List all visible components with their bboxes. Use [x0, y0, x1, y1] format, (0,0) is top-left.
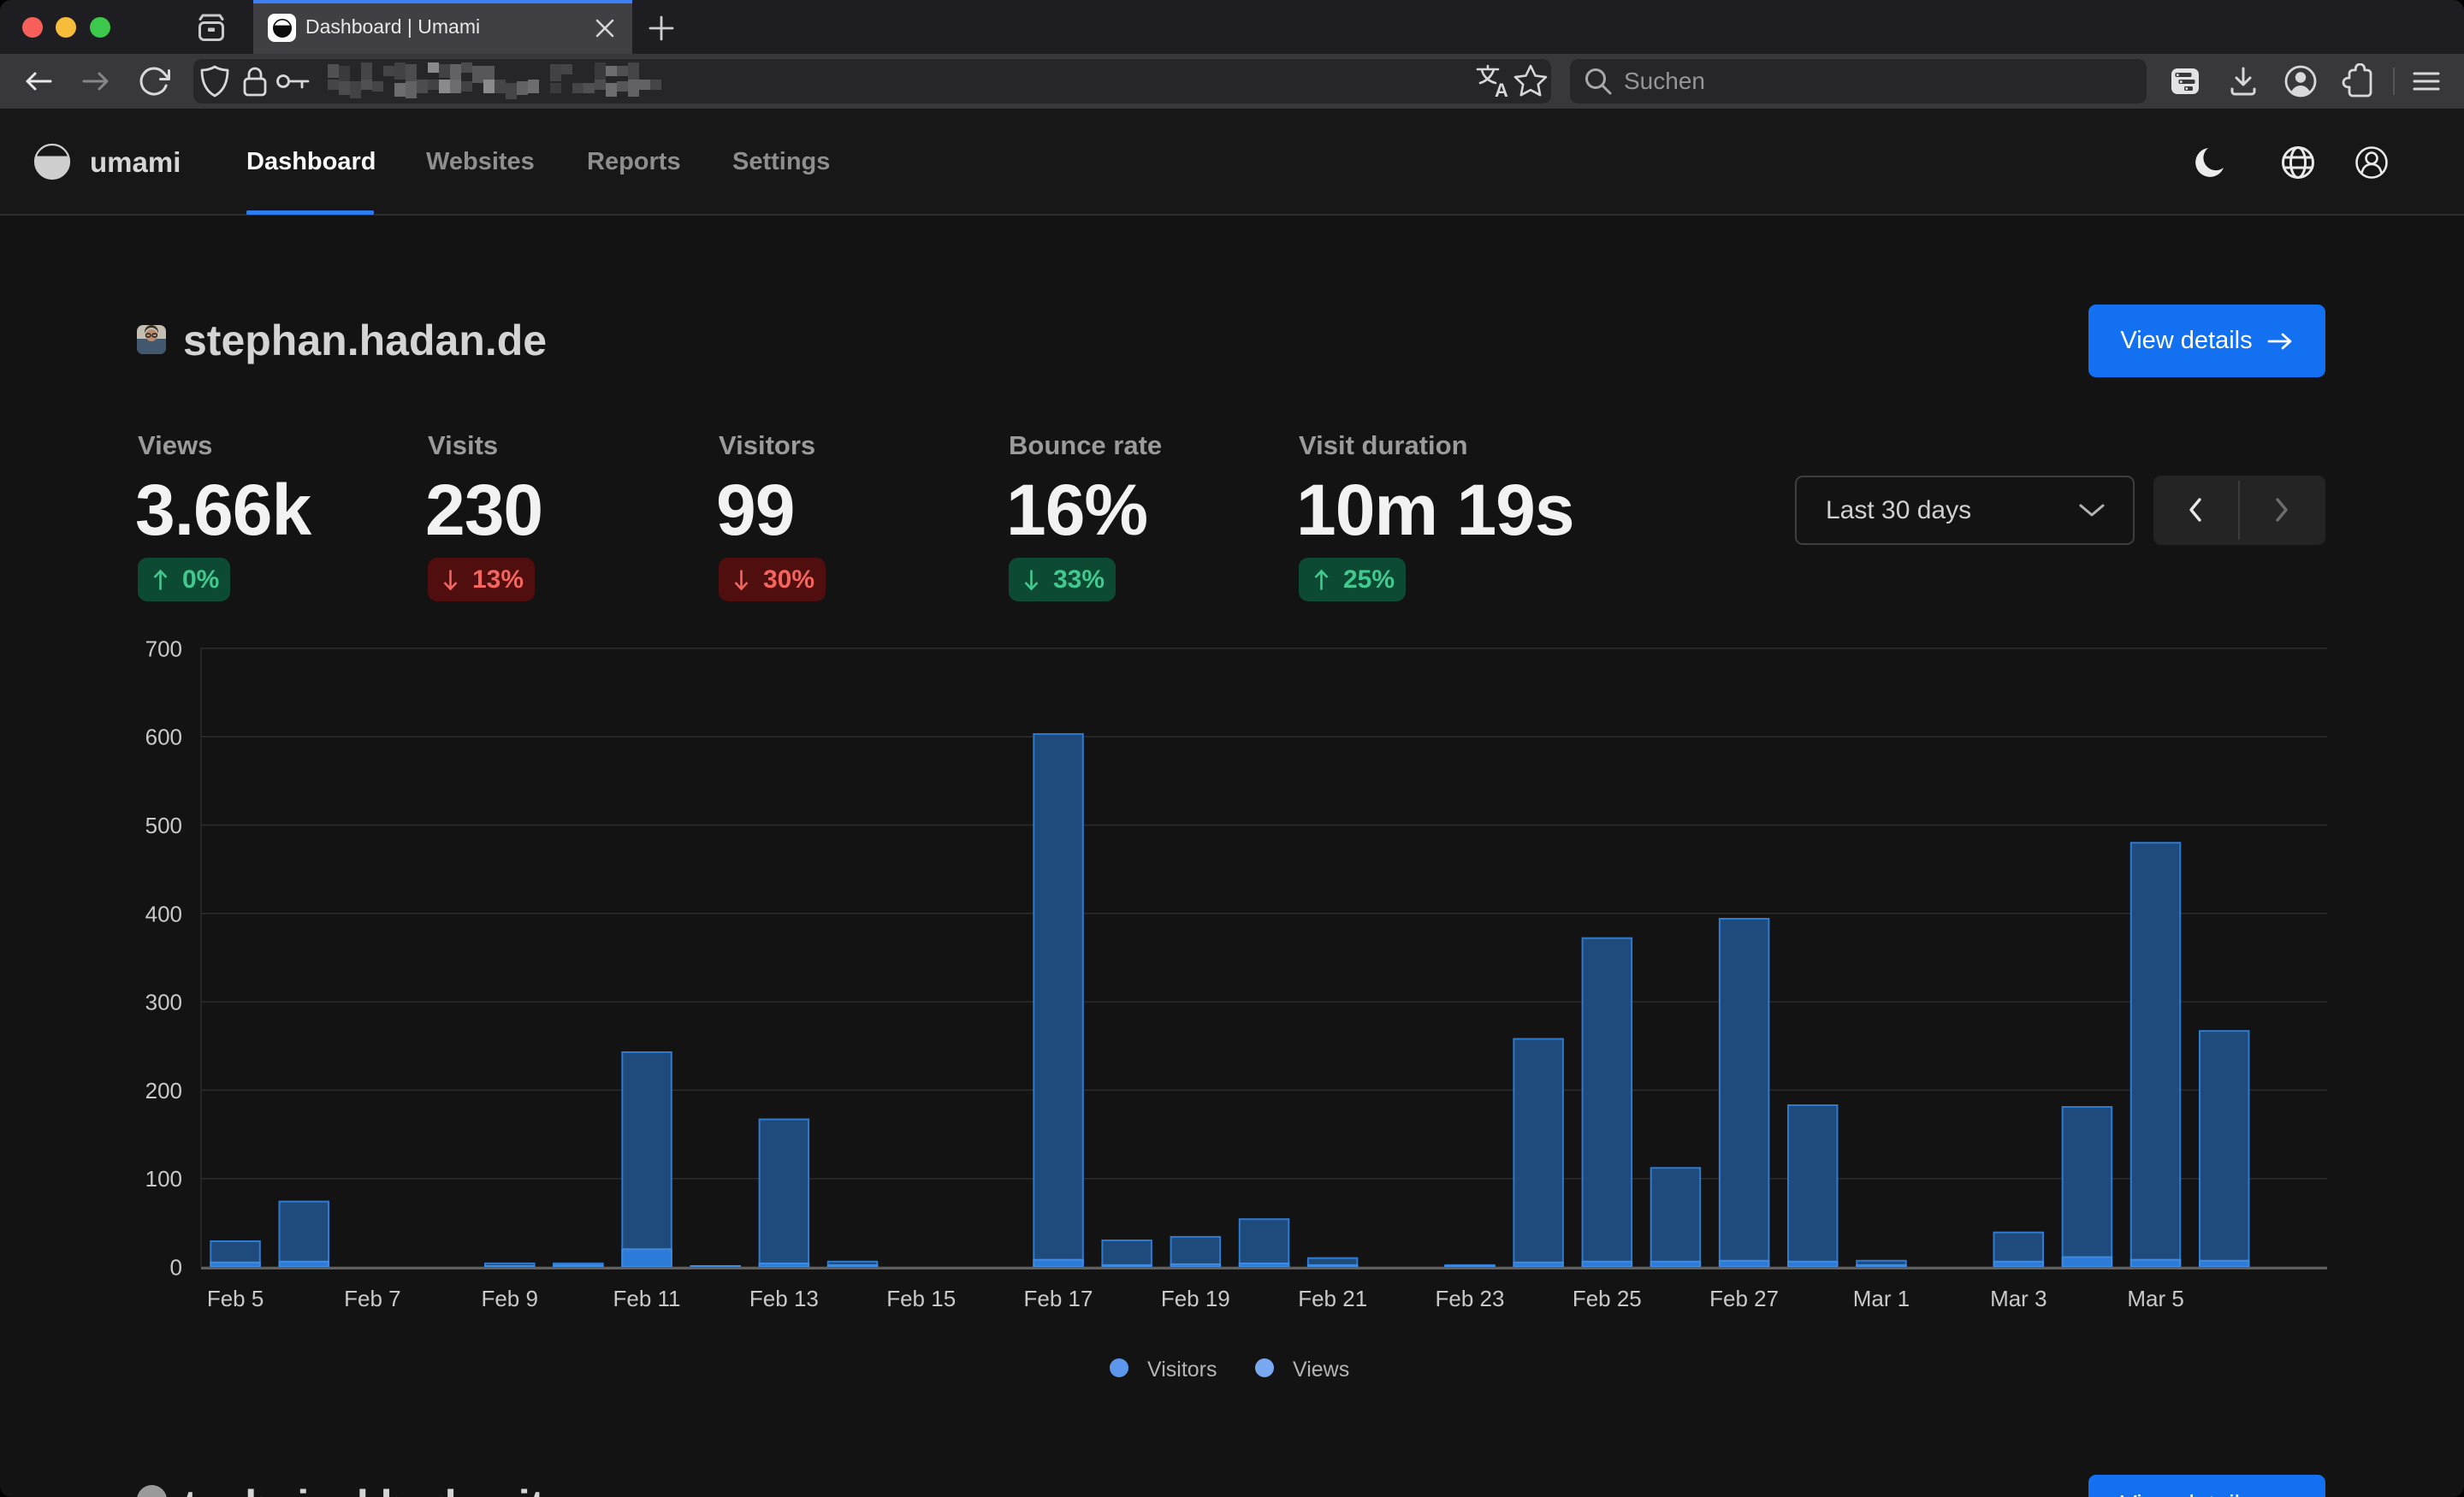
svg-text:Mar 1: Mar 1 [1853, 1286, 1910, 1311]
svg-text:100: 100 [145, 1166, 182, 1192]
svg-text:500: 500 [145, 813, 182, 838]
svg-text:Views: Views [1293, 1358, 1349, 1382]
svg-text:Feb 9: Feb 9 [481, 1286, 538, 1311]
svg-text:Feb 13: Feb 13 [749, 1286, 819, 1311]
svg-text:Mar 3: Mar 3 [1990, 1286, 2046, 1311]
svg-text:Feb 5: Feb 5 [207, 1286, 264, 1311]
svg-text:0: 0 [170, 1255, 182, 1281]
svg-text:Feb 11: Feb 11 [613, 1286, 680, 1311]
svg-text:Feb 27: Feb 27 [1709, 1286, 1779, 1311]
svg-text:300: 300 [145, 990, 182, 1015]
svg-text:Feb 17: Feb 17 [1024, 1286, 1093, 1311]
svg-text:400: 400 [145, 901, 182, 926]
svg-text:600: 600 [145, 725, 182, 750]
svg-text:Feb 19: Feb 19 [1161, 1286, 1230, 1311]
svg-text:Mar 5: Mar 5 [2127, 1286, 2183, 1311]
svg-text:Feb 23: Feb 23 [1436, 1286, 1505, 1311]
svg-text:Feb 25: Feb 25 [1573, 1286, 1642, 1311]
svg-text:700: 700 [145, 636, 182, 661]
svg-text:A: A [1495, 80, 1508, 100]
svg-text:Feb 7: Feb 7 [344, 1286, 401, 1311]
svg-text:Visitors: Visitors [1147, 1358, 1217, 1382]
svg-text:Feb 21: Feb 21 [1298, 1286, 1367, 1311]
svg-text:Feb 15: Feb 15 [886, 1286, 956, 1311]
svg-text:200: 200 [145, 1078, 182, 1104]
